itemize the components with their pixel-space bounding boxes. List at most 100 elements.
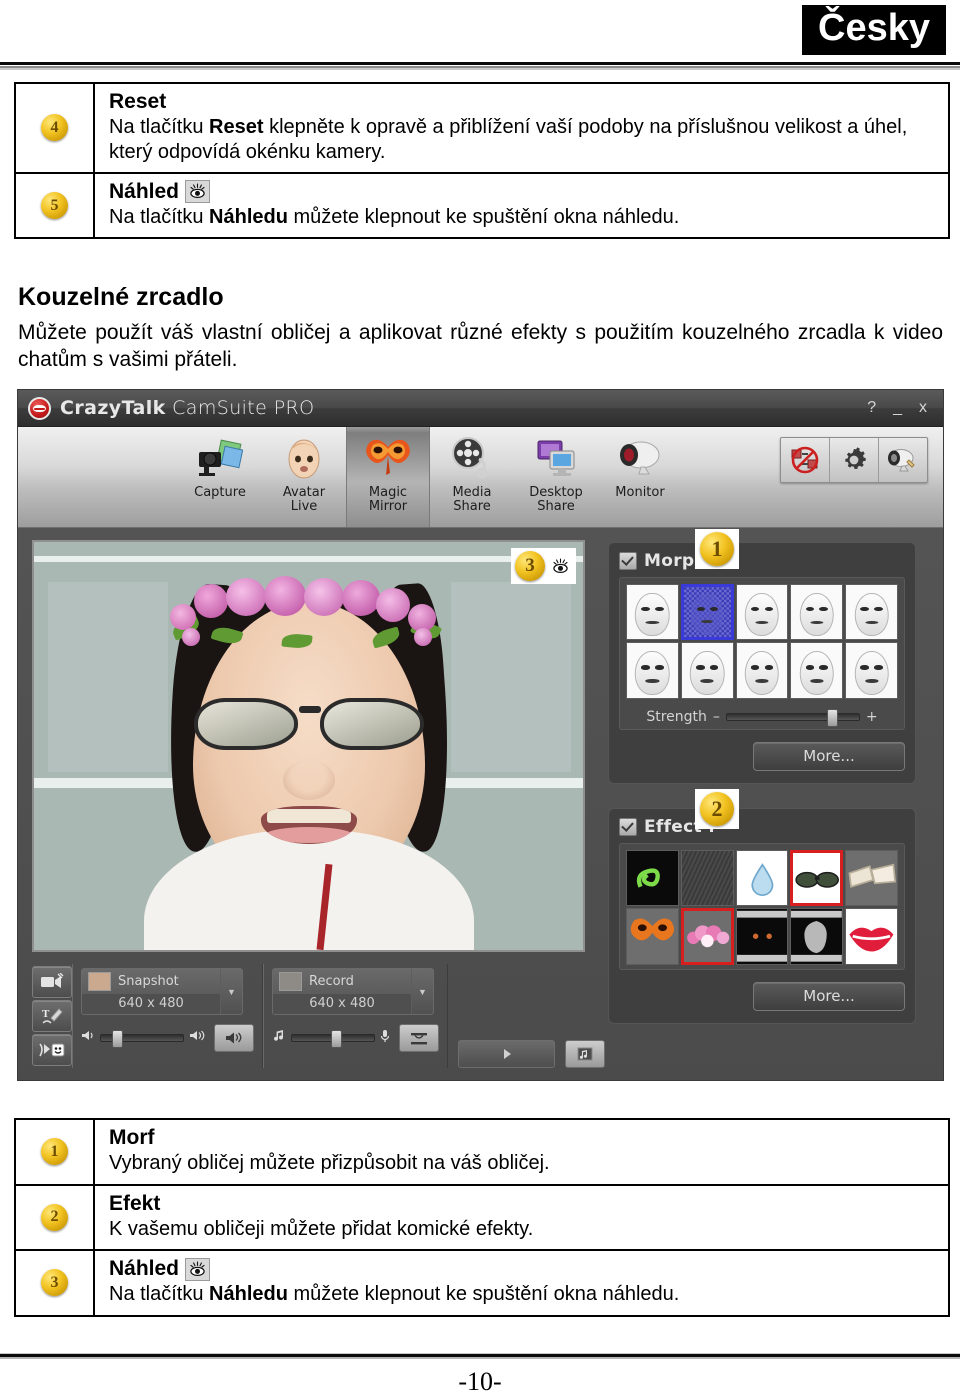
desc-part-1: Na tlačítku xyxy=(109,116,210,139)
footer-divider xyxy=(0,1353,960,1359)
item-description: Na tlačítku Náhledu můžete klepnout ke s… xyxy=(109,206,680,229)
avatar-face-icon xyxy=(284,432,324,484)
record-resolution: 640 x 480 xyxy=(273,993,411,1014)
header-divider xyxy=(0,62,960,70)
toolbar-item-capture[interactable]: Capture xyxy=(178,427,262,527)
morph-thumb-selected[interactable] xyxy=(680,584,734,641)
effect-more-button[interactable]: More... xyxy=(753,981,905,1011)
flower-crown-overlay xyxy=(164,576,454,660)
record-button[interactable]: Record 640 x 480 ▼ xyxy=(272,968,434,1015)
record-group: Record 640 x 480 ▼ xyxy=(263,964,448,1068)
gear-icon[interactable] xyxy=(830,438,879,482)
toolbar-label: Capture xyxy=(194,485,246,500)
speaker-volume-slider[interactable] xyxy=(100,1030,184,1048)
effect-step-tag: 2 xyxy=(695,788,739,829)
morph-checkbox[interactable] xyxy=(619,552,637,570)
video-record-icon[interactable] xyxy=(32,966,72,998)
step-badge-4: 4 xyxy=(41,114,68,142)
emoticon-icon[interactable] xyxy=(32,1034,72,1066)
morph-thumb[interactable] xyxy=(735,642,789,699)
toolbar-label: Monitor xyxy=(615,485,665,500)
row-text-cell: Morf Vybraný obličej můžete přizpůsobit … xyxy=(95,1120,948,1184)
effect-thumb-water-drop[interactable] xyxy=(735,849,789,907)
toolbar-item-monitor[interactable]: Monitor xyxy=(598,427,682,527)
morph-more-button[interactable]: More... xyxy=(753,741,905,771)
item-description: Na tlačítku Náhledu můžete klepnout ke s… xyxy=(109,1283,680,1306)
effect-thumb-ghost[interactable] xyxy=(790,908,844,965)
application-body: 3 T Snapshot 640 x 480 ▼ Record 640 x 48… xyxy=(18,528,943,1080)
table-row: 3 Náhled Na tlačítku Náhledu můžete klep… xyxy=(16,1251,948,1315)
effect-thumb-bandage[interactable] xyxy=(845,849,898,907)
morph-thumb[interactable] xyxy=(790,584,844,641)
morph-thumb[interactable] xyxy=(680,642,734,699)
item-title: Efekt xyxy=(109,1192,938,1216)
text-draw-icon[interactable]: T xyxy=(32,1000,72,1032)
morph-thumb[interactable] xyxy=(790,642,844,699)
music-note-icon xyxy=(272,1029,286,1047)
bottom-instruction-table: 1 Morf Vybraný obličej můžete přizpůsobi… xyxy=(14,1118,950,1317)
toolbar-item-magic-mirror[interactable]: Magic Mirror xyxy=(346,427,430,527)
effect-thumb-sunglasses-selected[interactable] xyxy=(790,849,844,907)
app-title-brand: CrazyTalk xyxy=(60,397,166,419)
morph-thumb[interactable] xyxy=(735,584,789,641)
strength-slider[interactable] xyxy=(725,708,860,727)
effect-thumb-orange-mask[interactable] xyxy=(626,908,679,965)
eye-icon[interactable] xyxy=(549,556,572,577)
playback-group xyxy=(448,964,605,1068)
mic-volume-slider[interactable] xyxy=(291,1030,375,1048)
effect-thumb-dark-noise[interactable] xyxy=(680,849,734,907)
morph-thumb[interactable] xyxy=(626,642,679,699)
row-number-cell: 3 xyxy=(16,1251,95,1315)
morph-thumb[interactable] xyxy=(845,584,898,641)
toolbar-label: Magic Mirror xyxy=(368,485,408,515)
capture-control-bar: T Snapshot 640 x 480 ▼ Record 640 x 480 … xyxy=(32,964,605,1068)
step-badge-3: 3 xyxy=(515,551,545,581)
page-number: -10- xyxy=(458,1367,502,1396)
morph-thumb[interactable] xyxy=(845,642,898,699)
language-badge: Česky xyxy=(802,5,946,55)
svg-text:T: T xyxy=(42,1008,50,1020)
camera-settings-icon[interactable] xyxy=(879,438,927,482)
toolbar-item-media-share[interactable]: Media Share xyxy=(430,427,514,527)
toolbar-item-desktop-share[interactable]: Desktop Share xyxy=(514,427,598,527)
strength-minus-label: – xyxy=(712,708,720,725)
effect-thumb-dark-eyes[interactable] xyxy=(735,908,789,965)
no-swap-icon[interactable] xyxy=(781,438,830,482)
effect-thumb-flower-crown-selected[interactable] xyxy=(680,908,734,965)
effect-thumbnail-grid xyxy=(619,842,905,970)
speaker-mute-button[interactable] xyxy=(214,1024,254,1052)
speaker-low-icon xyxy=(81,1029,95,1047)
magic-mask-icon xyxy=(364,432,412,484)
toolbar-item-avatar-live[interactable]: Avatar Live xyxy=(262,427,346,527)
effect-thumb-green-scribble[interactable] xyxy=(626,849,679,907)
play-button[interactable] xyxy=(458,1040,555,1068)
section-title: Kouzelné zrcadlo xyxy=(18,283,224,311)
snapshot-button[interactable]: Snapshot 640 x 480 ▼ xyxy=(81,968,243,1015)
morph-header: Morph : xyxy=(619,551,905,571)
morph-thumb[interactable] xyxy=(626,584,679,641)
effect-checkbox[interactable] xyxy=(619,817,637,836)
item-title: Náhled xyxy=(109,180,938,204)
chevron-down-icon[interactable]: ▼ xyxy=(220,969,242,1014)
close-button[interactable]: x xyxy=(919,399,927,417)
eye-icon xyxy=(185,180,211,204)
video-pane: 3 T Snapshot 640 x 480 ▼ Record 640 x 48… xyxy=(18,528,608,1080)
page-header: Česky xyxy=(0,0,960,62)
toolbar-right-buttons xyxy=(780,437,928,483)
mic-volume-row xyxy=(272,1024,439,1052)
row-text-cell: Náhled Na tlačítku Náhledu můžete klepno… xyxy=(95,174,948,238)
webcam-preview[interactable]: 3 xyxy=(32,540,585,952)
minimize-button[interactable]: _ xyxy=(893,399,902,417)
step-badge-1: 1 xyxy=(700,532,734,566)
step-badge-3: 3 xyxy=(41,1269,68,1297)
effect-thumb-red-lips[interactable] xyxy=(845,908,898,965)
audio-settings-button[interactable] xyxy=(565,1040,605,1068)
chevron-down-icon[interactable]: ▼ xyxy=(411,969,433,1014)
item-title-text: Náhled xyxy=(109,179,180,203)
help-button[interactable]: ? xyxy=(867,399,876,417)
mic-mute-button[interactable] xyxy=(399,1024,439,1052)
row-number-cell: 5 xyxy=(16,173,95,238)
film-reel-icon xyxy=(449,432,495,484)
speaker-volume-row xyxy=(81,1024,254,1052)
strength-slider-thumb[interactable] xyxy=(827,708,839,727)
